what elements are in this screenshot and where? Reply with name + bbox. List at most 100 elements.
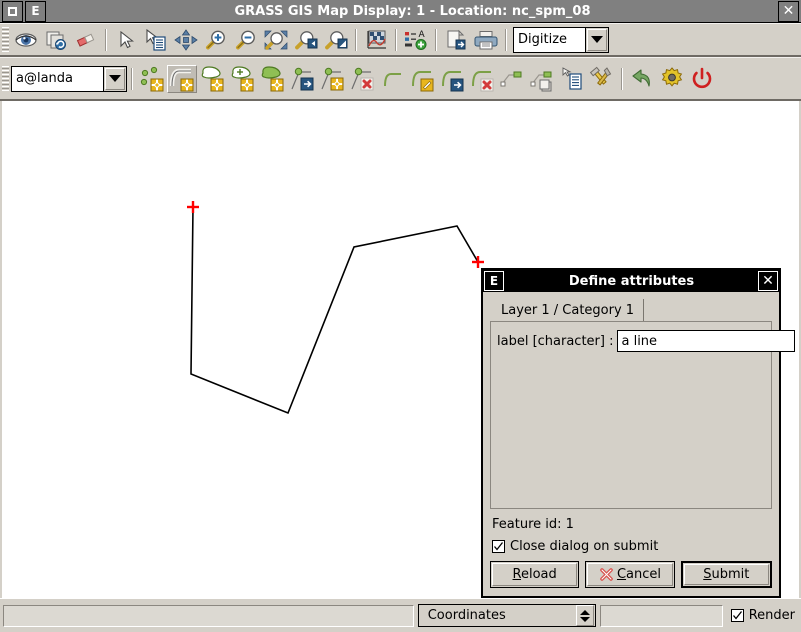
app-icon-label: E — [31, 4, 40, 18]
render-map-icon[interactable] — [41, 26, 71, 54]
render-checkbox-label: Render — [748, 608, 795, 623]
statusbar-mode-value: Coordinates — [427, 608, 506, 623]
dialog-titlebar: E Define attributes ✕ — [483, 270, 779, 292]
tab-layer-1-category-1[interactable]: Layer 1 / Category 1 — [490, 299, 645, 321]
submit-mnemonic: S — [703, 567, 712, 582]
digitize-line-icon[interactable] — [167, 64, 197, 93]
dialog-button-row: Reload Cancel Submit — [490, 561, 772, 588]
zoom-in-icon[interactable] — [201, 26, 231, 54]
digitize-centroid-icon[interactable] — [227, 65, 257, 93]
chevron-down-icon[interactable] — [103, 65, 127, 92]
digitize-area-icon[interactable] — [257, 65, 287, 93]
digitize-boundary-icon[interactable] — [197, 65, 227, 93]
digitize-point-icon[interactable] — [137, 65, 167, 93]
toolbar-separator — [105, 28, 107, 51]
feature-id-text: Feature id: 1 — [492, 517, 574, 532]
restore-icon[interactable] — [2, 0, 23, 22]
dialog-title: Define attributes — [568, 273, 695, 289]
dialog-tabstrip: Layer 1 / Category 1 — [490, 298, 772, 321]
label-field-label: label [character] : — [497, 333, 614, 349]
cancel-mnemonic: C — [616, 567, 627, 582]
vertex-marker-cross — [187, 201, 199, 213]
reload-mnemonic: R — [512, 567, 521, 582]
query-icon[interactable] — [141, 26, 171, 54]
move-vertex-icon[interactable] — [287, 65, 317, 93]
copy-categories-icon[interactable] — [497, 65, 527, 93]
status-extra-field — [599, 604, 723, 627]
toolbar-separator — [435, 28, 437, 51]
quit-icon[interactable] — [687, 65, 717, 93]
analyze-profile-icon[interactable] — [361, 26, 391, 54]
map-toolbar-mode-value: Digitize — [513, 26, 585, 53]
dialog-tab-panel: label [character] : — [490, 321, 796, 509]
spinner-icon[interactable] — [575, 605, 594, 626]
digitized-line-feature — [190, 206, 479, 415]
zoom-back-icon[interactable] — [291, 26, 321, 54]
close-on-submit-checkbox-box[interactable] — [492, 540, 505, 553]
digitize-layer-select[interactable]: a@landa — [11, 65, 127, 92]
window-title: GRASS GIS Map Display: 1 - Location: nc_… — [234, 3, 591, 19]
add-legend-icon[interactable]: A — [401, 26, 431, 54]
grass-map-display-window: E GRASS GIS Map Display: 1 - Location: n… — [0, 0, 801, 632]
dialog-app-icon[interactable]: E — [484, 271, 504, 291]
define-attributes-dialog: E Define attributes ✕ Layer 1 / Category… — [481, 268, 796, 598]
edit-line-icon[interactable] — [407, 65, 437, 93]
additional-tools-icon[interactable] — [587, 65, 617, 93]
app-menu-icon[interactable]: E — [25, 0, 46, 22]
settings-icon[interactable] — [657, 65, 687, 93]
reload-label-rest: eload — [520, 567, 557, 582]
submit-button[interactable]: Submit — [680, 561, 772, 588]
chevron-down-icon[interactable] — [585, 26, 609, 53]
add-vertex-icon[interactable] — [317, 65, 347, 93]
cancel-label-rest: ancel — [626, 567, 662, 582]
attribute-field-row: label [character] : — [497, 330, 796, 352]
toolbar-grip[interactable] — [2, 26, 9, 53]
duplicate-attributes-icon[interactable] — [527, 65, 557, 93]
toolbar-separator — [505, 28, 507, 51]
toolbar-separator — [621, 67, 623, 90]
move-feature-icon[interactable] — [437, 65, 467, 93]
undo-icon[interactable] — [627, 65, 657, 93]
reload-button[interactable]: Reload — [490, 561, 580, 588]
remove-vertex-icon[interactable] — [347, 65, 377, 93]
svg-text:A: A — [419, 30, 426, 40]
vertex-marker-cross — [472, 256, 484, 268]
delete-feature-icon[interactable] — [467, 65, 497, 93]
label-field[interactable] — [617, 330, 796, 352]
print-icon[interactable] — [471, 26, 501, 54]
split-line-icon[interactable] — [377, 65, 407, 93]
close-on-submit-label: Close dialog on submit — [510, 539, 659, 554]
pan-icon[interactable] — [171, 26, 201, 54]
display-map-icon[interactable] — [11, 26, 41, 54]
render-checkbox-box[interactable] — [730, 609, 744, 622]
tab-label: Layer 1 / Category 1 — [501, 302, 635, 318]
save-file-icon[interactable] — [441, 26, 471, 54]
erase-icon[interactable] — [71, 26, 101, 54]
toolbar-separator — [395, 28, 397, 51]
dialog-body: Layer 1 / Category 1 label [character] :… — [483, 292, 796, 596]
cancel-button[interactable]: Cancel — [585, 561, 675, 588]
digitizer-toolbar: a@landa — [0, 57, 801, 101]
status-bar: Coordinates Render — [0, 598, 801, 632]
zoom-out-icon[interactable] — [231, 26, 261, 54]
digitize-layer-value: a@landa — [11, 65, 103, 92]
close-icon[interactable]: ✕ — [778, 0, 799, 22]
submit-label-rest: ubmit — [711, 567, 750, 582]
status-message — [3, 604, 414, 627]
window-titlebar: E GRASS GIS Map Display: 1 - Location: n… — [0, 0, 801, 23]
zoom-extent-icon[interactable] — [261, 26, 291, 54]
zoom-menu-icon[interactable] — [321, 26, 351, 54]
statusbar-mode-select[interactable]: Coordinates — [417, 604, 596, 627]
dialog-close-icon[interactable]: ✕ — [758, 271, 778, 291]
display-attributes-icon[interactable] — [557, 65, 587, 93]
cancel-x-icon — [599, 567, 614, 582]
render-checkbox[interactable]: Render — [730, 608, 795, 623]
toolbar-separator — [131, 67, 133, 90]
toolbar-grip[interactable] — [2, 65, 9, 92]
toolbar-separator — [355, 28, 357, 51]
map-toolbar-mode-select[interactable]: Digitize — [513, 26, 609, 53]
close-on-submit-checkbox[interactable]: Close dialog on submit — [492, 539, 772, 554]
pointer-icon[interactable] — [111, 26, 141, 54]
vertex-markers — [187, 201, 484, 268]
dialog-app-icon-label: E — [489, 274, 499, 288]
